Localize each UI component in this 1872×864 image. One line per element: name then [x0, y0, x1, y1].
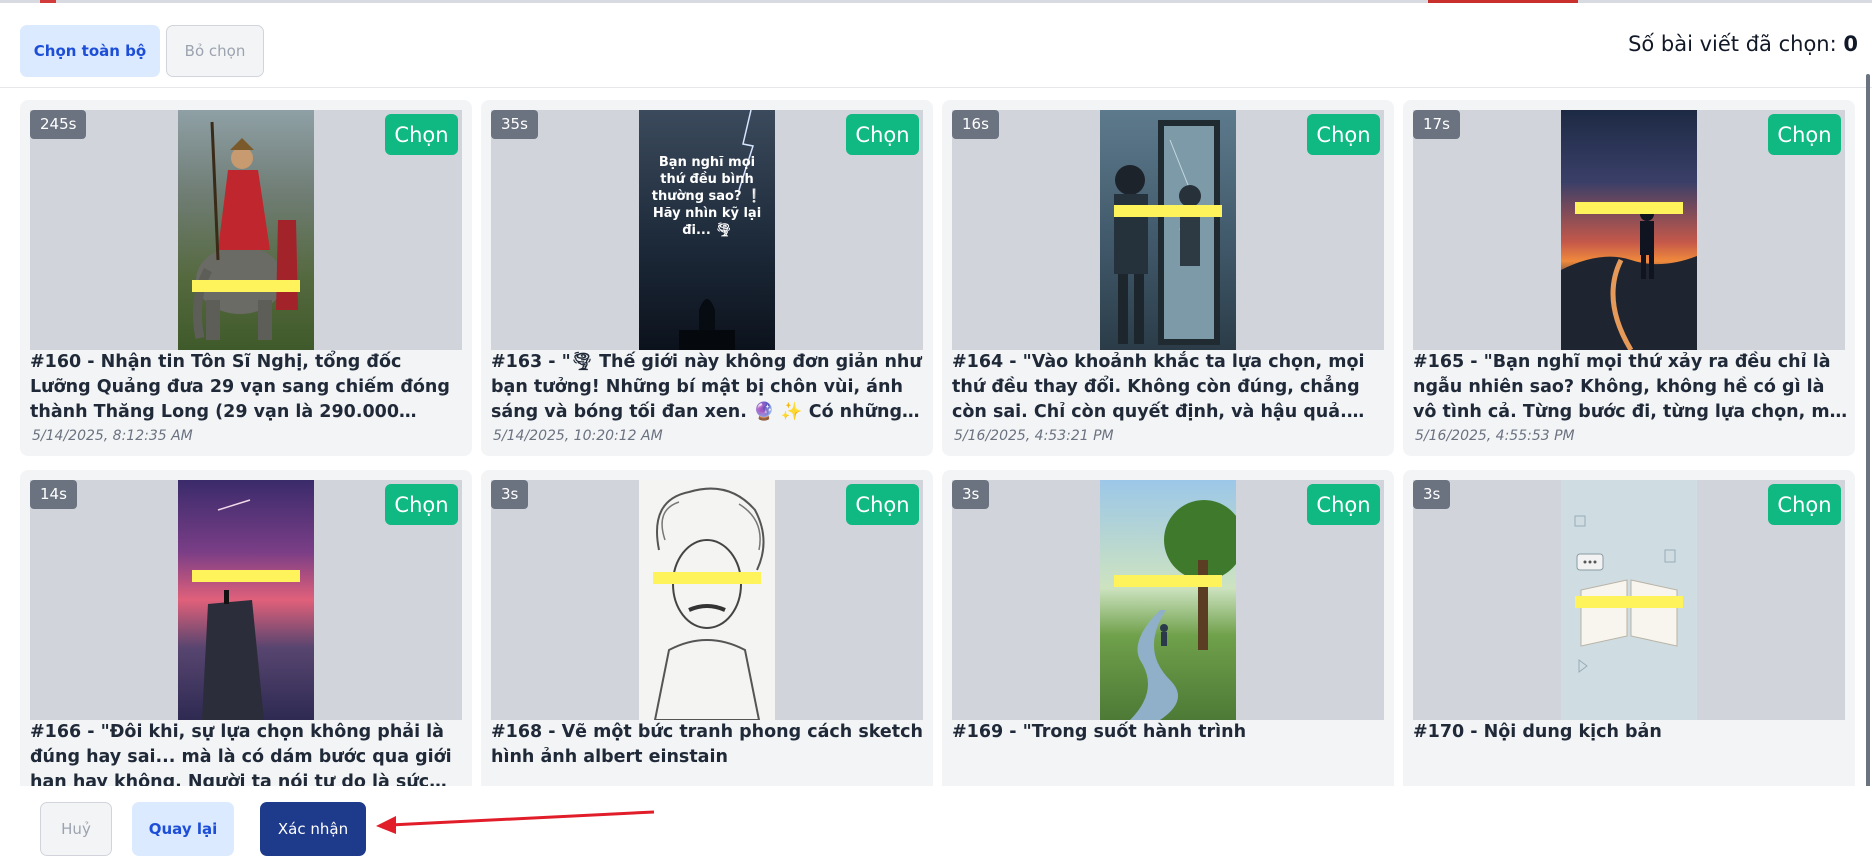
choose-button[interactable]: Chọn — [846, 484, 919, 525]
post-title: #165 - "Bạn nghĩ mọi thứ xảy ra đều chỉ … — [1413, 352, 1848, 422]
selected-count-value: 0 — [1843, 32, 1858, 56]
duration-badge: 3s — [952, 480, 990, 509]
subtitle-overlay — [192, 280, 300, 292]
subtitle-overlay — [1575, 202, 1683, 214]
post-title: #170 - Nội dung kịch bản — [1413, 722, 1662, 742]
poster-caption: Bạn nghĩ mọi thứ đều bình thường sao? ❕ … — [651, 155, 763, 238]
dialog-footer: Huỷ Quay lại Xác nhận — [0, 786, 1872, 864]
post-thumbnail[interactable]: Bạn nghĩ mọi thứ đều bình thường sao? ❕ … — [491, 110, 923, 350]
post-thumbnail[interactable]: 3s Chọn — [1413, 480, 1845, 720]
poster-image — [1561, 480, 1697, 720]
post-title: #166 - "Đôi khi, sự lựa chọn không phải … — [30, 722, 452, 786]
post-card: 3s Chọn #168 - Vẽ một bức tranh phong cá… — [481, 470, 933, 786]
poster-image — [639, 480, 775, 720]
poster-image — [1561, 110, 1697, 350]
subtitle-overlay — [1114, 575, 1222, 587]
post-card: Bạn nghĩ mọi thứ đều bình thường sao? ❕ … — [481, 100, 933, 456]
post-card: 3s Chọn #169 - "Trong suốt hành trình — [942, 470, 1394, 786]
duration-badge: 14s — [30, 480, 77, 509]
poster-image — [178, 110, 314, 350]
back-button[interactable]: Quay lại — [132, 802, 234, 856]
selection-toolbar: Chọn toàn bộ Bỏ chọn Số bài viết đã chọn… — [0, 0, 1872, 88]
subtitle-overlay — [1114, 205, 1222, 217]
choose-button[interactable]: Chọn — [385, 484, 458, 525]
post-date: 5/14/2025, 8:12:35 AM — [32, 428, 193, 444]
post-thumbnail[interactable]: 16s Chọn — [952, 110, 1384, 350]
post-card: 16s Chọn #164 - "Vào khoảnh khắc ta lựa … — [942, 100, 1394, 456]
subtitle-overlay — [192, 570, 300, 582]
duration-badge: 16s — [952, 110, 999, 139]
post-thumbnail[interactable]: 14s Chọn — [30, 480, 462, 720]
post-date: 5/14/2025, 10:20:12 AM — [493, 428, 663, 444]
subtitle-overlay — [1575, 596, 1683, 608]
poster-image — [178, 480, 314, 720]
cliff-edge-image — [202, 499, 264, 720]
einstein-sketch-image — [653, 487, 765, 720]
vertical-scrollbar[interactable] — [1866, 74, 1870, 794]
post-title: #169 - "Trong suốt hành trình — [952, 722, 1247, 742]
duration-badge: 35s — [491, 110, 538, 139]
choose-button[interactable]: Chọn — [1307, 114, 1380, 155]
post-grid: 245s Chọn #160 - Nhận tin Tôn Sĩ Nghị, t… — [20, 100, 1856, 786]
post-thumbnail[interactable]: 245s Chọn — [30, 110, 462, 350]
poster-image — [1100, 110, 1236, 350]
choose-button[interactable]: Chọn — [1768, 484, 1841, 525]
deselect-button[interactable]: Bỏ chọn — [166, 25, 264, 77]
cancel-button[interactable]: Huỷ — [40, 802, 112, 856]
post-card: 245s Chọn #160 - Nhận tin Tôn Sĩ Nghị, t… — [20, 100, 472, 456]
duration-badge: 17s — [1413, 110, 1460, 139]
poster-image: Bạn nghĩ mọi thứ đều bình thường sao? ❕ … — [639, 110, 775, 350]
duration-badge: 3s — [1413, 480, 1451, 509]
duration-badge: 3s — [491, 480, 529, 509]
post-card: 17s Chọn #165 - "Bạn nghĩ mọi thứ xảy ra… — [1403, 100, 1855, 456]
choose-button[interactable]: Chọn — [1307, 484, 1380, 525]
boy-mirror-image — [1114, 120, 1220, 345]
confirm-button[interactable]: Xác nhận — [260, 802, 366, 856]
warrior-on-elephant-image — [192, 121, 298, 340]
post-thumbnail[interactable]: 3s Chọn — [491, 480, 923, 720]
duration-badge: 245s — [30, 110, 87, 139]
annotation-arrow-icon — [376, 810, 655, 834]
post-card: 14s Chọn #166 - "Đôi khi, sự lựa chọn kh… — [20, 470, 472, 786]
choose-button[interactable]: Chọn — [846, 114, 919, 155]
post-title: #164 - "Vào khoảnh khắc ta lựa chọn, mọi… — [952, 352, 1365, 422]
post-thumbnail[interactable]: 17s Chọn — [1413, 110, 1845, 350]
selected-count-label: Số bài viết đã chọn: — [1628, 32, 1837, 56]
post-card: 3s Chọn #170 - Nội dung kịch bản — [1403, 470, 1855, 786]
subtitle-overlay — [653, 572, 761, 584]
choose-button[interactable]: Chọn — [1768, 114, 1841, 155]
post-title: #168 - Vẽ một bức tranh phong cách sketc… — [491, 722, 923, 767]
post-thumbnail[interactable]: 3s Chọn — [952, 480, 1384, 720]
poster-image — [1100, 480, 1236, 720]
journey-path-image — [1130, 500, 1236, 720]
post-date: 5/16/2025, 4:53:21 PM — [954, 428, 1114, 444]
choose-button[interactable]: Chọn — [385, 114, 458, 155]
post-date: 5/16/2025, 4:55:53 PM — [1415, 428, 1575, 444]
post-title: #160 - Nhận tin Tôn Sĩ Nghị, tổng đốc Lư… — [30, 352, 450, 422]
sunset-path-image — [1561, 207, 1697, 350]
select-all-button[interactable]: Chọn toàn bộ — [20, 25, 160, 77]
post-title: #163 - "🌪 Thế giới này không đơn giản nh… — [491, 352, 922, 422]
selected-count: Số bài viết đã chọn: 0 — [1628, 32, 1858, 56]
